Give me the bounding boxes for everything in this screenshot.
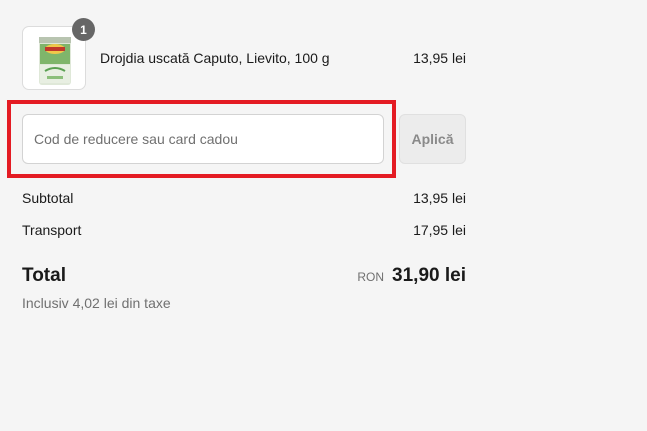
shipping-row: Transport 17,95 lei [22, 220, 466, 240]
shipping-label: Transport [22, 222, 82, 238]
shipping-value: 17,95 lei [413, 222, 466, 238]
discount-code-input[interactable] [22, 114, 384, 164]
tax-note: Inclusiv 4,02 lei din taxe [22, 295, 171, 311]
total-label: Total [22, 265, 66, 286]
total-price: RON 31,90 lei [357, 265, 466, 287]
cart-line-item: 1 Drojdia uscată Caputo, Lievito, 100 g … [22, 18, 466, 90]
subtotal-label: Subtotal [22, 190, 74, 206]
product-name: Drojdia uscată Caputo, Lievito, 100 g [100, 50, 330, 66]
total-value: 31,90 lei [392, 265, 466, 286]
apply-discount-button[interactable]: Aplică [399, 114, 466, 164]
quantity-badge: 1 [72, 18, 95, 41]
product-thumbnail: 1 [22, 18, 95, 90]
subtotal-row: Subtotal 13,95 lei [22, 188, 466, 208]
product-price: 13,95 lei [413, 50, 466, 66]
currency-code: RON [357, 270, 385, 284]
subtotal-value: 13,95 lei [413, 190, 466, 206]
total-row: Total RON 31,90 lei [22, 264, 466, 288]
